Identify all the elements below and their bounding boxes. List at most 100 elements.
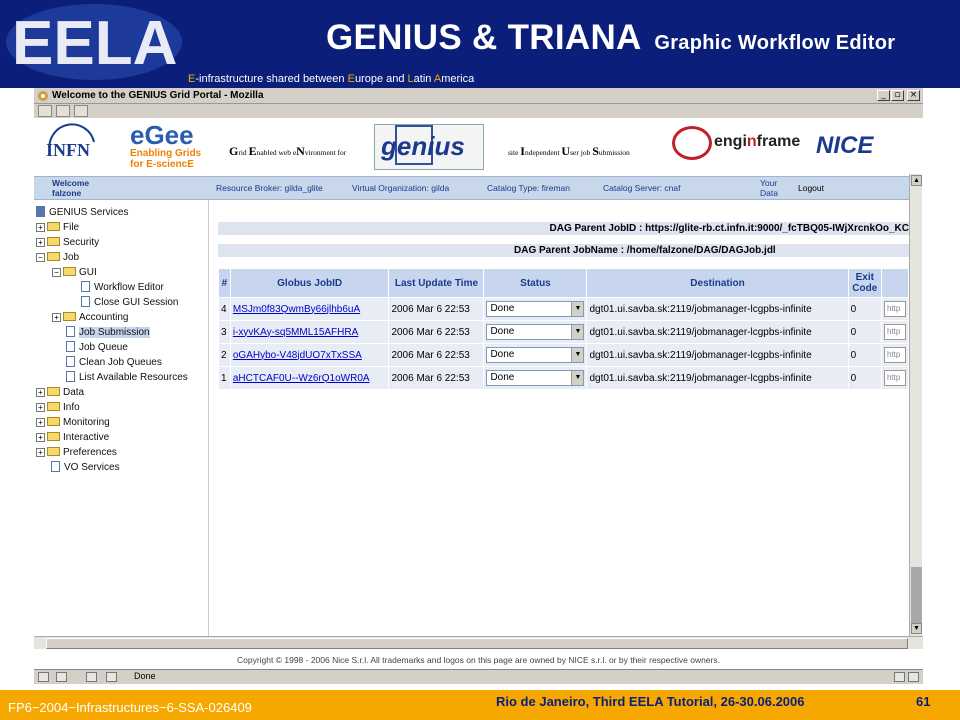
update-time: 2006 Mar 6 22:53 [388,366,485,390]
status-icon[interactable] [56,672,67,682]
tree-item-close-gui[interactable]: Close GUI Session [81,295,178,310]
folder-open-icon [63,266,76,276]
logout-link[interactable]: Logout [798,183,824,193]
minimize-button[interactable]: _ [877,90,890,101]
scroll-thumb[interactable] [911,567,922,627]
output-field[interactable]: http [883,347,906,363]
folder-icon [47,431,60,441]
slide-footer: FP6−2004−Infrastructures−6-SSA-026409 Ri… [0,690,960,720]
restore-button[interactable]: ▫ [891,90,904,101]
chevron-down-icon: ▼ [571,371,584,385]
tree-item-preferences[interactable]: + Preferences [36,446,117,460]
tree-root[interactable]: GENIUS Services [36,205,128,220]
tree-item-job[interactable]: − Job [36,251,79,265]
status-cell: Done ▼ [483,297,588,321]
status-select[interactable]: Done ▼ [486,370,585,386]
tree-item-gui[interactable]: − GUI [52,266,97,280]
status-icon[interactable] [106,672,117,682]
status-icon[interactable] [38,672,49,682]
col-jobid: Globus JobID [229,268,390,298]
catalog-type: Catalog Type: fireman [487,183,570,193]
egee-logo: eGee Enabling Grids for E-sciencE [130,120,202,170]
welcome-label: Welcome [52,178,90,188]
expand-icon: + [36,402,45,412]
col-num: # [218,268,231,298]
expand-icon: + [36,447,45,457]
output-field[interactable]: http [883,370,906,386]
folder-icon [47,386,60,396]
extra-cell: http [880,343,909,367]
status-select[interactable]: Done ▼ [486,324,585,340]
output-field[interactable]: http [883,324,906,340]
status-icon [894,672,905,682]
status-select[interactable]: Done ▼ [486,347,585,363]
resource-broker: Resource Broker: gilda_glite [216,183,323,193]
dag-parent-jobname: DAG Parent JobName : /home/falzone/DAG/D… [218,244,909,257]
row-num: 3 [218,320,231,344]
slide-header-banner: EELA GENIUS & TRIANA Graphic Workflow Ed… [0,0,960,88]
tree-item-info[interactable]: + Info [36,401,80,415]
folder-icon [47,416,60,426]
scroll-down-icon[interactable]: ▼ [911,623,922,634]
username: falzone [52,188,82,198]
document-icon [66,340,75,352]
folder-icon [47,236,60,246]
back-button[interactable] [38,105,52,117]
folder-open-icon [47,251,60,261]
your-data-link[interactable]: Your [760,178,777,188]
tree-item-vo-services[interactable]: VO Services [51,460,120,475]
scroll-up-icon[interactable]: ▲ [911,175,922,186]
tree-item-monitoring[interactable]: + Monitoring [36,416,110,430]
tree-item-clean-queues[interactable]: Clean Job Queues [66,355,162,370]
col-status: Status [483,268,588,298]
tree-item-job-submission[interactable]: Job Submission [66,325,150,340]
row-num: 4 [218,297,231,321]
table-row: 4 MSJm0f83QwmBy66jlhb6uA 2006 Mar 6 22:53 D… [218,297,909,321]
exit-code: 0 [847,343,882,367]
expand-icon: + [36,387,45,397]
horizontal-scrollbar[interactable] [34,636,923,649]
forward-button[interactable] [56,105,70,117]
chevron-down-icon: ▼ [571,302,584,316]
window-title: Welcome to the GENIUS Grid Portal - Mozi… [52,90,264,101]
tree-item-workflow-editor[interactable]: Workflow Editor [81,280,164,295]
table-row: 1 aHCTCAF0U--Wz6rQ1oWR0A 2006 Mar 6 22:53 D… [218,366,909,390]
tree-item-accounting[interactable]: + Accounting [52,311,128,325]
horizontal-scroll-thumb[interactable] [46,638,908,649]
tree-item-file[interactable]: + File [36,221,79,235]
document-icon [66,325,75,337]
vertical-scrollbar[interactable]: ▲ ▼ [909,174,922,636]
tree-item-list-resources[interactable]: List Available Resources [66,370,188,385]
tree-item-data[interactable]: + Data [36,386,84,400]
document-icon [51,460,60,472]
virtual-organization: Virtual Organization: gilda [352,183,450,193]
jobid-link[interactable]: aHCTCAF0U--Wz6rQ1oWR0A [229,366,390,390]
chevron-down-icon: ▼ [571,325,584,339]
jobid-link[interactable]: MSJm0f83QwmBy66jlhb6uA [229,297,390,321]
folder-icon [47,401,60,411]
your-data-link-2[interactable]: Data [760,188,778,198]
exit-code: 0 [847,320,882,344]
eela-logo-icon: EELA [6,4,182,80]
status-select[interactable]: Done ▼ [486,301,585,317]
tree-item-interactive[interactable]: + Interactive [36,431,109,445]
extra-cell: http [880,366,909,390]
catalog-server: Catalog Server: cnaf [603,183,681,193]
folder-icon [47,446,60,456]
slide-tagline: E-infrastructure shared between Europe a… [188,73,475,85]
tree-item-security[interactable]: + Security [36,236,99,250]
close-button[interactable]: × [907,90,920,101]
expand-icon: + [36,237,45,247]
tree-item-job-queue[interactable]: Job Queue [66,340,128,355]
document-icon [81,295,90,307]
expand-icon: + [36,417,45,427]
footer-event: Rio de Janeiro, Third EELA Tutorial, 26-… [496,694,805,709]
jobid-link[interactable]: oGAHybo-V48jdUO7xTxSSA [229,343,390,367]
output-field[interactable]: http [883,301,906,317]
status-icon[interactable] [86,672,97,682]
window-titlebar: Welcome to the GENIUS Grid Portal - Mozi… [34,88,923,104]
update-time: 2006 Mar 6 22:53 [388,343,485,367]
jobid-link[interactable]: i-xyvKAy-sq5MML15AFHRA [229,320,390,344]
extra-cell: http [880,297,909,321]
reload-button[interactable] [74,105,88,117]
